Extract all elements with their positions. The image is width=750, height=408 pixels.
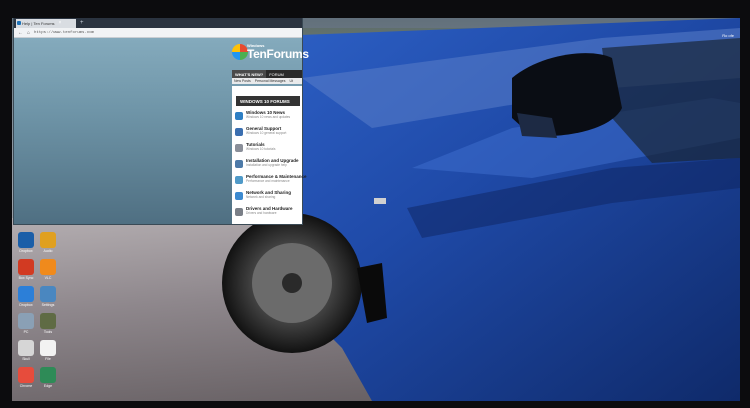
desktop-icon-label[interactable]: File <box>37 357 59 361</box>
forum-icon <box>235 208 243 216</box>
desktop-icon-label[interactable]: Dropbox <box>15 303 37 307</box>
favicon-icon <box>17 20 21 25</box>
forum-row[interactable]: Performance & Maintenance Performance and… <box>232 172 307 188</box>
submenu-messages[interactable]: Personal Messages <box>253 78 288 84</box>
desktop-icon-label[interactable]: Skull <box>15 357 37 361</box>
new-tab-button[interactable]: + <box>80 20 84 26</box>
corner-text: Ro ofe <box>722 33 734 38</box>
forum-description: Installation and upgrade help <box>246 163 287 167</box>
forum-row[interactable]: Installation and Upgrade Installation and… <box>232 156 302 172</box>
browser-tab[interactable]: Help | Ten Forums × <box>16 18 76 28</box>
desktop-icon-label[interactable]: Edge <box>37 384 59 388</box>
logo-big-text: TenForums <box>247 47 309 61</box>
windows-orb-icon <box>232 44 248 60</box>
tab-title: Help | Ten Forums <box>22 20 55 26</box>
desktop-icon-label[interactable]: Tools <box>37 330 59 334</box>
desktop-icon-label[interactable]: PC <box>15 330 37 334</box>
menu-forum[interactable]: FORUM <box>266 70 287 78</box>
desktop-app-icon[interactable] <box>40 313 56 329</box>
desktop-icon-label[interactable]: Chrome <box>15 384 37 388</box>
desktop-app-icon[interactable] <box>40 367 56 383</box>
forum-row[interactable]: Network and Sharing Network and sharing <box>232 188 302 204</box>
forum-icon <box>235 192 243 200</box>
browser-window[interactable]: Help | Ten Forums × + ← ⌂ https://www.te… <box>14 18 309 224</box>
forum-description: Network and sharing <box>246 195 276 199</box>
desktop-app-icon[interactable] <box>18 232 34 248</box>
desktop-icon-label[interactable]: Settings <box>37 303 59 307</box>
back-icon[interactable]: ← <box>18 30 23 36</box>
desktop-app-icon[interactable] <box>18 259 34 275</box>
forum-icon <box>235 160 243 168</box>
forum-row[interactable]: Drivers and Hardware Drivers and hardware <box>232 204 302 220</box>
site-menu: WHAT'S NEW? FORUM <box>232 70 302 78</box>
address-bar[interactable]: ← ⌂ https://www.tenforums.com <box>14 28 302 38</box>
forum-icon <box>235 176 243 184</box>
url-text[interactable]: https://www.tenforums.com <box>34 31 94 35</box>
desktop-screen: Ro ofe Help | Ten Forums × + ← ⌂ https:/… <box>12 18 740 401</box>
forum-icon <box>235 112 243 120</box>
forum-description: Windows 10 news and updates <box>246 115 291 119</box>
forum-icon <box>235 128 243 136</box>
desktop-app-icon[interactable] <box>18 313 34 329</box>
forum-row[interactable]: Tutorials Windows 10 tutorials <box>232 140 302 156</box>
forum-description: Windows 10 general support <box>246 131 287 135</box>
desktop-app-icon[interactable] <box>40 232 56 248</box>
desktop-app-icon[interactable] <box>18 286 34 302</box>
forum-panel: WINDOWS 10 FORUMS Windows 10 News Windows… <box>232 86 307 224</box>
close-tab-icon[interactable]: × <box>59 20 62 26</box>
submenu-new-posts[interactable]: New Posts <box>232 78 253 84</box>
forum-row[interactable]: General Support Windows 10 general suppor… <box>232 124 302 140</box>
forum-row[interactable]: Windows 10 News Windows 10 news and updat… <box>232 108 302 124</box>
forum-description: Windows 10 tutorials <box>246 147 276 151</box>
tab-bar: Help | Ten Forums × + <box>14 18 302 28</box>
forum-list: Windows 10 News Windows 10 news and updat… <box>232 108 307 220</box>
site-logo[interactable]: Windows TenForums <box>232 42 309 62</box>
desktop-icon-label[interactable]: Dropbox <box>15 249 37 253</box>
site-submenu: New Posts Personal Messages Ut <box>232 78 302 84</box>
desktop-app-icon[interactable] <box>18 367 34 383</box>
desktop-app-icon[interactable] <box>18 340 34 356</box>
submenu-other[interactable]: Ut <box>287 78 295 84</box>
desktop-app-icon[interactable] <box>40 340 56 356</box>
forum-description: Drivers and hardware <box>246 211 277 215</box>
panel-heading: WINDOWS 10 FORUMS <box>236 96 300 106</box>
menu-whats-new[interactable]: WHAT'S NEW? <box>232 70 267 78</box>
desktop-app-icon[interactable] <box>40 259 56 275</box>
forum-icon <box>235 144 243 152</box>
desktop-icon-label[interactable]: VLC <box>37 276 59 280</box>
home-icon[interactable]: ⌂ <box>27 30 30 36</box>
desktop-icon-label[interactable]: Audio <box>37 249 59 253</box>
forum-description: Performance and maintenance <box>246 179 290 183</box>
desktop-app-icon[interactable] <box>40 286 56 302</box>
desktop-icon-label[interactable]: Box Sync <box>15 276 37 280</box>
